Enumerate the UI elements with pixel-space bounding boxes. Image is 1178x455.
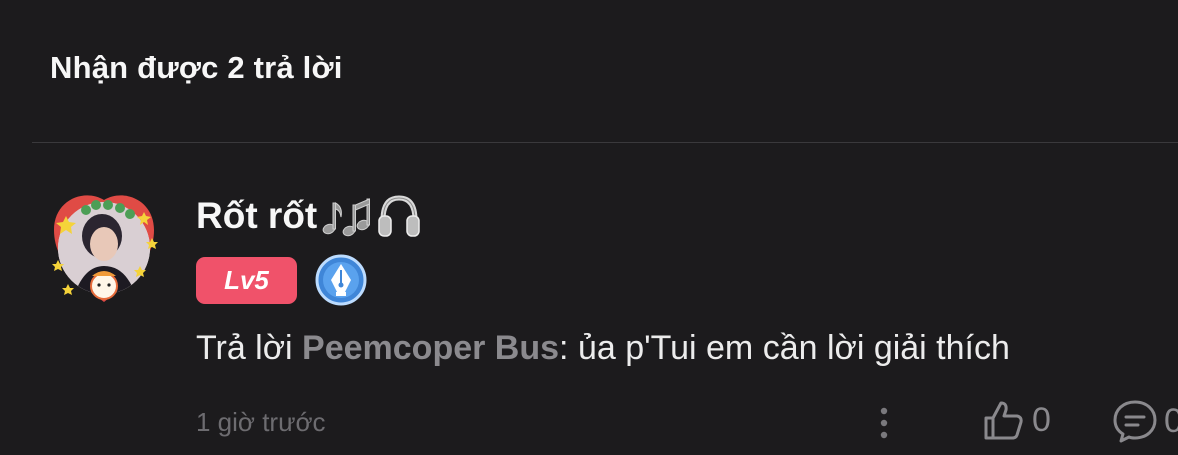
comment-bubble-icon xyxy=(1113,400,1157,443)
comment-button[interactable]: 0 xyxy=(1112,398,1178,444)
username[interactable]: Rốt rốt xyxy=(196,195,317,237)
level-badge[interactable]: Lv5 xyxy=(196,256,297,304)
comment-timestamp: 1 giờ trước xyxy=(196,407,326,437)
like-button[interactable]: 0 xyxy=(982,398,1051,442)
divider xyxy=(32,142,1178,143)
reply-text: Trả lời Peemcoper Bus: ủa p'Tui em cần l… xyxy=(196,329,1010,368)
reply-prefix: Trả lời xyxy=(196,329,303,367)
headphones-icon xyxy=(375,192,423,240)
reply-target-user[interactable]: Peemcoper Bus xyxy=(302,329,559,367)
reply-message: : ủa p'Tui em cần lời giải thích xyxy=(559,329,1010,367)
comment-count: 0 xyxy=(1164,401,1178,440)
more-options-icon[interactable] xyxy=(868,402,900,442)
badges: Lv5 xyxy=(196,254,367,306)
pen-nib-badge-icon[interactable] xyxy=(315,254,367,306)
page-title: Nhận được 2 trả lời xyxy=(50,50,343,85)
avatar[interactable] xyxy=(44,186,168,310)
like-count: 0 xyxy=(1032,400,1051,439)
thumbs-up-icon xyxy=(984,401,1023,440)
music-notes-icon xyxy=(319,193,373,239)
replies-panel: Nhận được 2 trả lời Rốt rốt Lv5 Trả lời … xyxy=(0,0,1178,455)
username-row: Rốt rốt xyxy=(196,190,423,242)
